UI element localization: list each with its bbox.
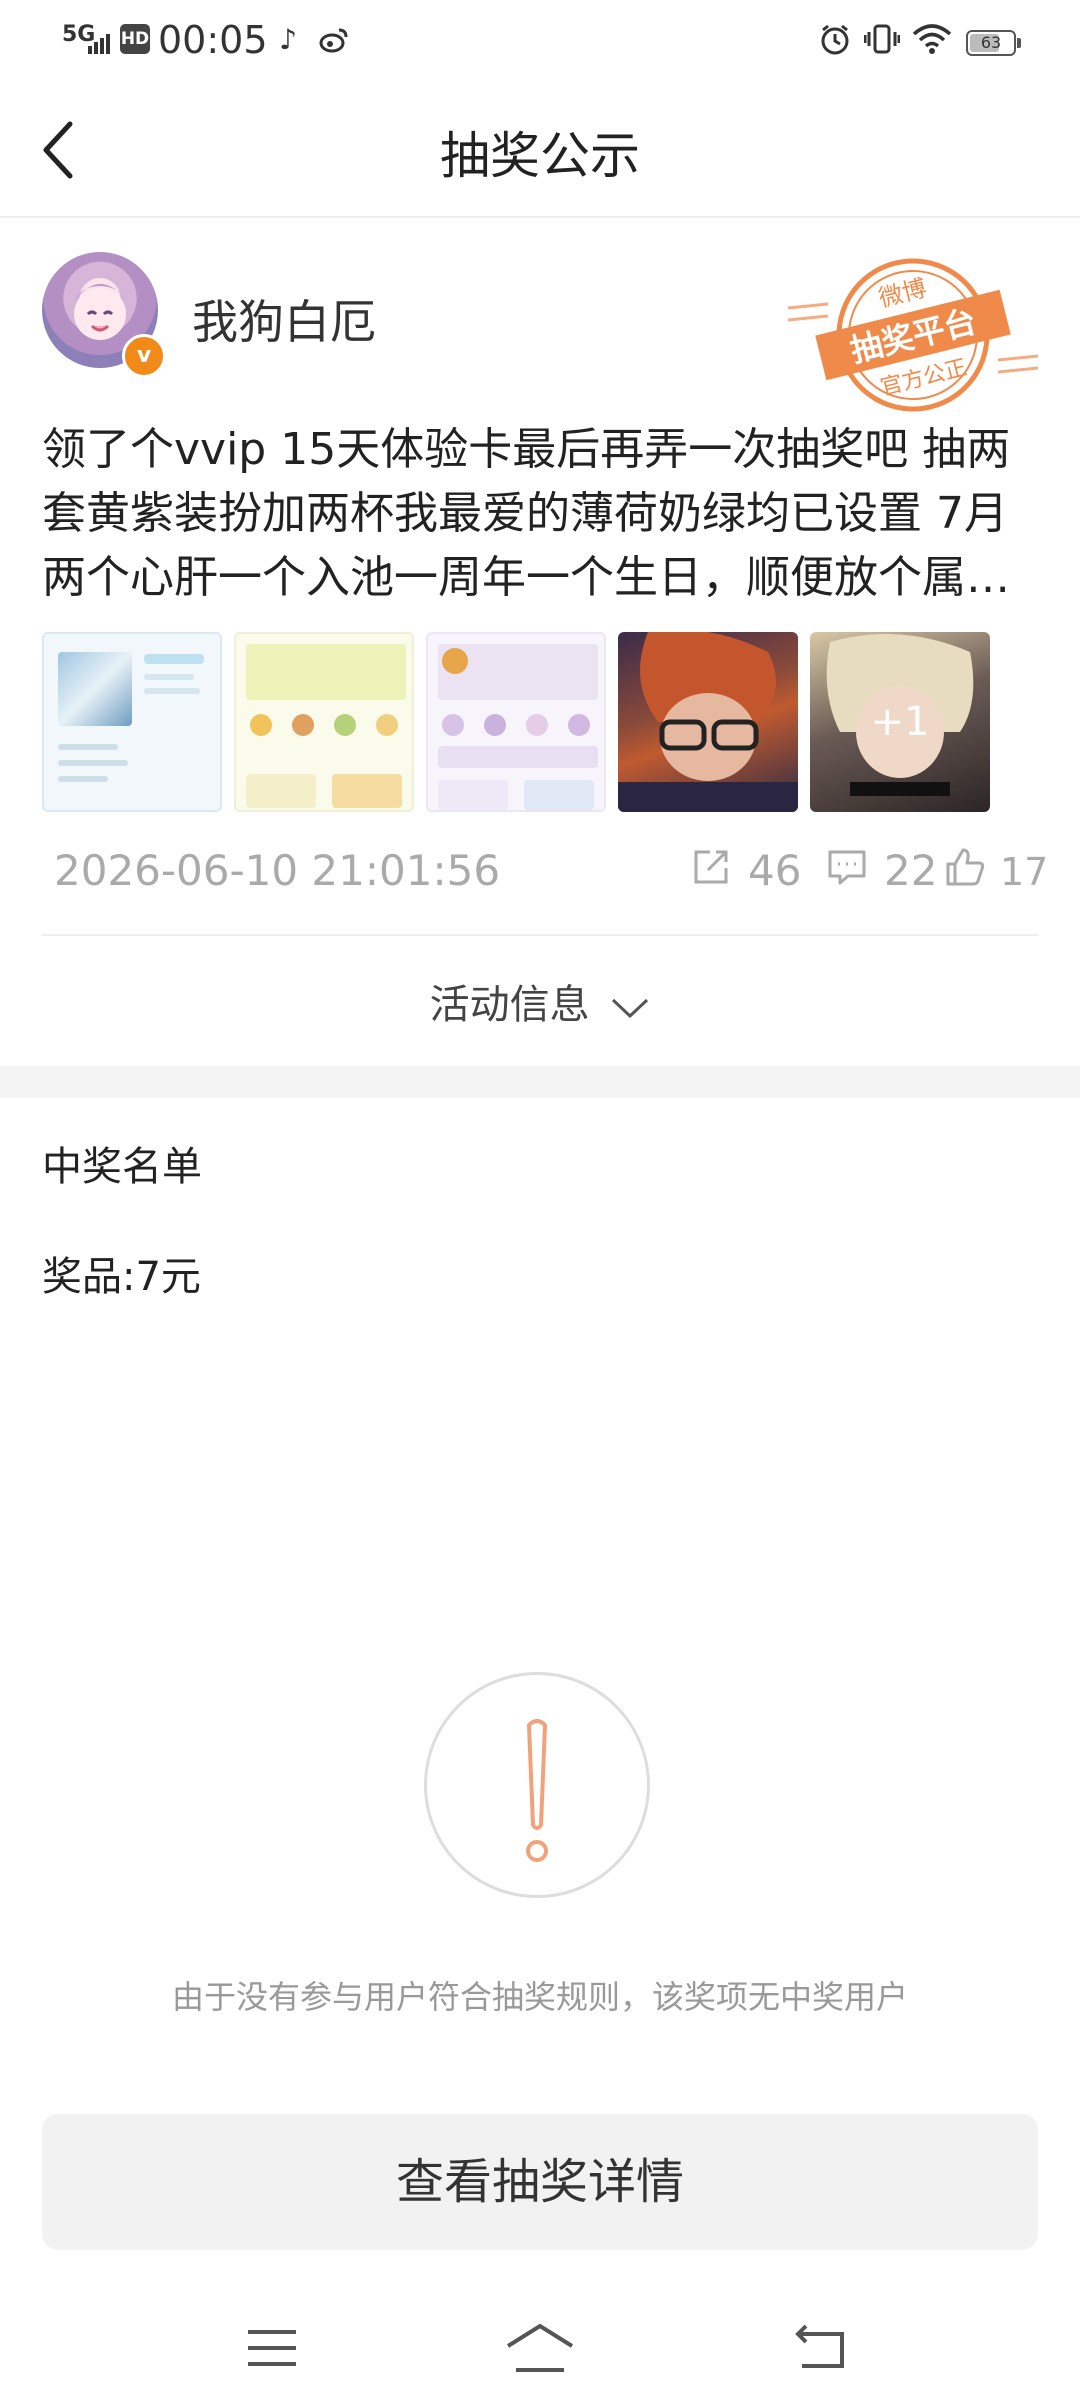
alarm-icon — [818, 22, 852, 56]
home-icon[interactable] — [504, 2320, 576, 2376]
repost-count[interactable]: 46 — [748, 846, 801, 895]
like-icon[interactable] — [944, 846, 986, 888]
section-separator — [0, 1066, 1080, 1098]
battery-icon: 63 — [966, 30, 1021, 56]
repost-icon[interactable] — [690, 846, 732, 888]
post-image-4[interactable] — [618, 632, 798, 812]
divider — [42, 934, 1038, 936]
comment-icon[interactable] — [826, 846, 868, 888]
weibo-icon — [318, 24, 350, 56]
lottery-platform-stamp: 微博 抽奖平台 官方公正 — [787, 250, 1039, 420]
stamp-top-text: 微博 — [876, 274, 929, 313]
chevron-down-icon — [610, 984, 650, 1030]
comment-count[interactable]: 22 — [884, 846, 937, 895]
like-count[interactable]: 17 — [1000, 850, 1048, 894]
verified-badge-icon: v — [122, 334, 166, 378]
post-text-line: 领了个vvip 15天体验卡最后再弄一次抽奖吧 抽两 — [42, 424, 1011, 475]
hd-icon: HD — [120, 24, 150, 54]
signal-icon — [88, 32, 110, 54]
prize-label: 奖品:7元 — [42, 1254, 201, 1300]
page-title: 抽奖公示 — [440, 127, 640, 185]
activity-info-label: 活动信息 — [429, 982, 590, 1028]
post-time: 2026-06-10 21:01:56 — [54, 846, 501, 895]
post-image-3[interactable] — [426, 632, 606, 812]
menu-icon[interactable] — [242, 2320, 302, 2376]
post-text[interactable]: 领了个vvip 15天体验卡最后再弄一次抽奖吧 抽两 套黄紫装扮加两杯我最爱的薄… — [42, 418, 1042, 610]
activity-info-toggle[interactable]: 活动信息 — [0, 972, 1080, 1030]
post-image-1[interactable] — [42, 632, 222, 812]
warning-icon — [424, 1672, 650, 1898]
vibrate-icon — [863, 22, 901, 56]
status-bar: 5G HD 00:05 ♪ 63 — [0, 0, 1080, 84]
more-images-count[interactable]: +1 — [810, 632, 990, 812]
view-lottery-details-button[interactable]: 查看抽奖详情 — [42, 2114, 1038, 2250]
battery-level: 63 — [980, 33, 1002, 52]
back-nav-icon[interactable] — [792, 2320, 852, 2376]
nav-divider — [0, 216, 1080, 218]
wifi-icon — [912, 22, 952, 56]
post-image-2[interactable] — [234, 632, 414, 812]
post-text-line: 套黄紫装扮加两杯我最爱的薄荷奶绿均已设置 7月 — [42, 488, 1008, 539]
empty-message: 由于没有参与用户符合抽奖规则，该奖项无中奖用户 — [171, 1978, 908, 2016]
tiktok-icon: ♪ — [279, 23, 297, 56]
post-text-line: 两个心肝一个入池一周年一个生日，顺便放个属… — [42, 552, 1010, 603]
status-time: 00:05 — [158, 18, 268, 62]
username[interactable]: 我狗白厄 — [192, 286, 376, 352]
winners-title: 中奖名单 — [42, 1144, 202, 1190]
